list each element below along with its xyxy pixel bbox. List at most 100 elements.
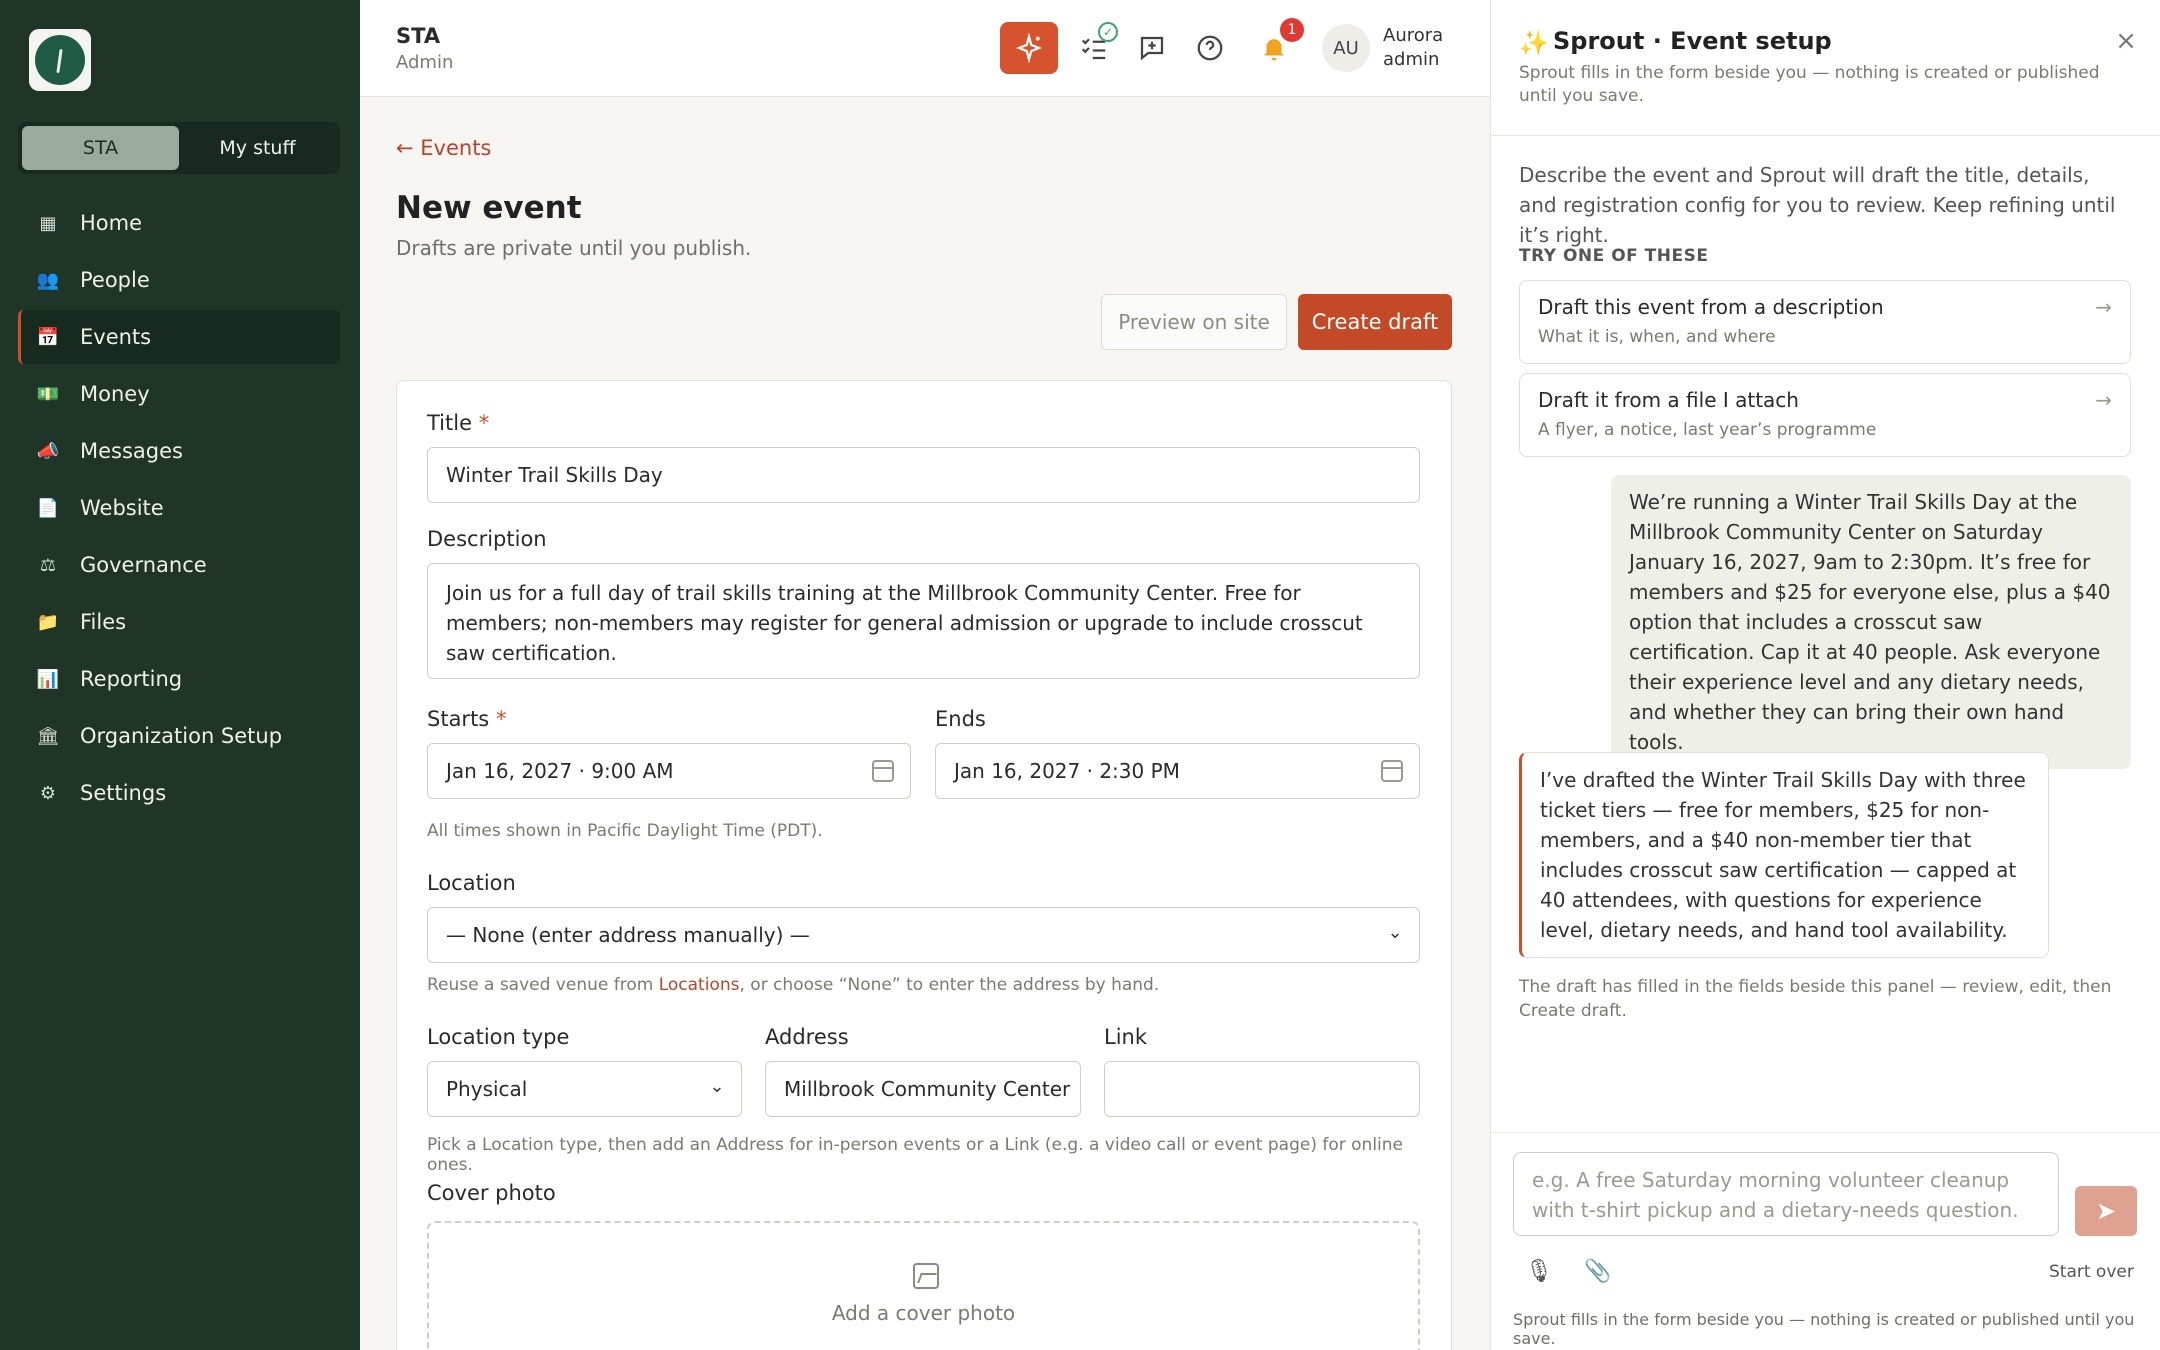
starts-datetime-input[interactable]: Jan 16, 2027 · 9:00 AM bbox=[427, 743, 911, 799]
location-label: Location bbox=[427, 871, 516, 895]
prompt-input[interactable]: e.g. A free Saturday morning volunteer c… bbox=[1513, 1152, 2059, 1236]
building-icon: 🏛 bbox=[36, 725, 60, 747]
sidebar-item-reporting[interactable]: 📊 Reporting bbox=[18, 652, 340, 706]
start-over-button[interactable]: Start over bbox=[2049, 1262, 2134, 1282]
title-input[interactable]: Winter Trail Skills Day bbox=[427, 447, 1420, 503]
assistant-message: I’ve drafted the Winter Trail Skills Day… bbox=[1519, 752, 2049, 958]
sidebar: STA My stuff ▦ Home 👥 People 📅 Events 💵 Mone… bbox=[0, 0, 360, 1350]
cover-photo-dropzone[interactable]: Add a cover photo bbox=[427, 1221, 1420, 1350]
tree-logo-icon bbox=[35, 35, 85, 85]
panel-intro: Describe the event and Sprout will draft… bbox=[1519, 163, 2116, 247]
send-button[interactable]: ➤ bbox=[2075, 1186, 2137, 1236]
title-label-text: Title bbox=[427, 411, 473, 435]
calendar-icon[interactable] bbox=[872, 760, 894, 782]
user-menu[interactable]: Aurora admin bbox=[1383, 24, 1443, 72]
location-help-text: Reuse a saved venue from bbox=[427, 975, 659, 995]
required-mark: * bbox=[495, 707, 507, 731]
gear-icon: ⚙ bbox=[39, 782, 57, 804]
description-label: Description bbox=[427, 527, 547, 551]
user-name: Aurora bbox=[1383, 25, 1444, 46]
panel-header: ✨ Sprout · Event setup × Sprout fills in… bbox=[1491, 0, 2160, 136]
sidebar-item-files[interactable]: 📁 Files bbox=[18, 595, 340, 649]
ends-label: Ends bbox=[935, 707, 986, 731]
sidebar-item-governance[interactable]: ⚖ Governance bbox=[18, 538, 340, 592]
sidebar-item-label: Settings bbox=[80, 781, 167, 805]
event-form-card: Title * Winter Trail Skills Day Descript… bbox=[396, 380, 1452, 1350]
suggestion-card[interactable]: Draft this event from a description What… bbox=[1519, 280, 2131, 364]
ends-datetime-input[interactable]: Jan 16, 2027 · 2:30 PM bbox=[935, 743, 1420, 799]
sidebar-item-website[interactable]: 📄 Website bbox=[18, 481, 340, 535]
sidebar-item-label: Events bbox=[80, 325, 152, 349]
composer-divider bbox=[1491, 1132, 2160, 1133]
description-textarea[interactable]: Join us for a full day of trail skills t… bbox=[427, 563, 1420, 679]
sidebar-item-organization-setup[interactable]: 🏛 Organization Setup bbox=[18, 709, 340, 763]
money-icon: 💵 bbox=[36, 383, 60, 405]
panel-note: Sprout fills in the form beside you — no… bbox=[1519, 63, 2100, 106]
location-value: — None (enter address manually) — bbox=[446, 923, 810, 947]
address-label: Address bbox=[765, 1025, 849, 1049]
try-these-label: TRY ONE OF THESE bbox=[1519, 246, 1709, 266]
sidebar-item-people[interactable]: 👥 People bbox=[18, 253, 340, 307]
sidebar-item-label: Files bbox=[80, 610, 127, 634]
create-draft-button[interactable]: Create draft bbox=[1298, 294, 1452, 350]
back-to-events-link[interactable]: ← Events bbox=[396, 136, 491, 160]
ends-value: Jan 16, 2027 · 2:30 PM bbox=[954, 759, 1180, 783]
location-type-value: Physical bbox=[446, 1077, 528, 1101]
close-icon[interactable]: × bbox=[2111, 26, 2141, 56]
org-name: STA bbox=[396, 24, 441, 48]
avatar[interactable]: AU bbox=[1322, 24, 1370, 72]
user-role: admin bbox=[1383, 49, 1440, 70]
sidebar-item-messages[interactable]: 📣 Messages bbox=[18, 424, 340, 478]
location-type-select[interactable]: Physical ⌄ bbox=[427, 1061, 742, 1117]
user-message: We’re running a Winter Trail Skills Day … bbox=[1611, 475, 2131, 769]
chevron-down-icon: ⌄ bbox=[1387, 921, 1403, 943]
preview-on-site-button[interactable]: Preview on site bbox=[1101, 294, 1287, 350]
help-icon bbox=[1197, 35, 1223, 61]
suggestion-card[interactable]: Draft it from a file I attach A flyer, a… bbox=[1519, 373, 2131, 457]
sidebar-item-money[interactable]: 💵 Money bbox=[18, 367, 340, 421]
locations-link[interactable]: Locations bbox=[659, 975, 740, 995]
notification-count-badge: 1 bbox=[1280, 18, 1304, 42]
sidebar-item-label: Website bbox=[80, 496, 164, 520]
sparkle-icon: ✨ bbox=[1519, 29, 1549, 57]
notifications-button[interactable]: 1 bbox=[1250, 18, 1304, 72]
arrow-right-icon: → bbox=[2095, 295, 2112, 319]
suggestion-title: Draft it from a file I attach bbox=[1538, 388, 1799, 412]
feedback-button[interactable] bbox=[1128, 24, 1176, 72]
sprout-button[interactable] bbox=[1000, 22, 1058, 74]
sidebar-item-label: People bbox=[80, 268, 150, 292]
folder-icon: 📁 bbox=[36, 611, 60, 633]
tasks-button[interactable]: ✓ bbox=[1070, 22, 1118, 72]
sidebar-item-label: Reporting bbox=[80, 667, 183, 691]
calendar-icon[interactable] bbox=[1381, 760, 1403, 782]
starts-label: Starts * bbox=[427, 707, 506, 731]
switch-org-button[interactable]: STA bbox=[22, 126, 179, 170]
people-icon: 👥 bbox=[36, 269, 60, 291]
megaphone-icon: 📣 bbox=[36, 440, 60, 462]
sidebar-item-home[interactable]: ▦ Home bbox=[18, 196, 340, 250]
page-title: New event bbox=[396, 190, 582, 226]
microphone-icon[interactable]: 🎙 bbox=[1525, 1257, 1553, 1285]
sidebar-item-settings[interactable]: ⚙ Settings bbox=[18, 766, 340, 820]
top-bar: STA Admin ✓ 1 AU Aurora admin bbox=[360, 0, 1490, 97]
link-label: Link bbox=[1104, 1025, 1148, 1049]
required-mark: * bbox=[478, 411, 490, 435]
sidebar-item-label: Organization Setup bbox=[80, 724, 283, 748]
help-button[interactable] bbox=[1186, 24, 1234, 72]
main-content: ← Events New event Drafts are private un… bbox=[360, 98, 1490, 1350]
switch-mine-button[interactable]: My stuff bbox=[179, 126, 336, 170]
location-select[interactable]: — None (enter address manually) — ⌄ bbox=[427, 907, 1420, 963]
sidebar-item-label: Governance bbox=[80, 553, 207, 577]
org-logo[interactable] bbox=[29, 29, 91, 91]
paperclip-icon[interactable]: 📎 bbox=[1584, 1257, 1611, 1285]
suggestion-subtitle: What it is, when, and where bbox=[1538, 327, 1776, 347]
calendar-icon: 📅 bbox=[36, 326, 60, 348]
sidebar-item-events[interactable]: 📅 Events bbox=[18, 310, 340, 364]
sidebar-item-label: Home bbox=[80, 211, 143, 235]
page-subtitle: Drafts are private until you publish. bbox=[396, 236, 752, 260]
message-plus-icon bbox=[1140, 36, 1164, 61]
address-input[interactable]: Millbrook Community Center bbox=[765, 1061, 1081, 1117]
link-input[interactable] bbox=[1104, 1061, 1420, 1117]
location-help: Reuse a saved venue from Locations, or c… bbox=[427, 975, 1159, 995]
chart-icon: 📊 bbox=[36, 668, 60, 690]
